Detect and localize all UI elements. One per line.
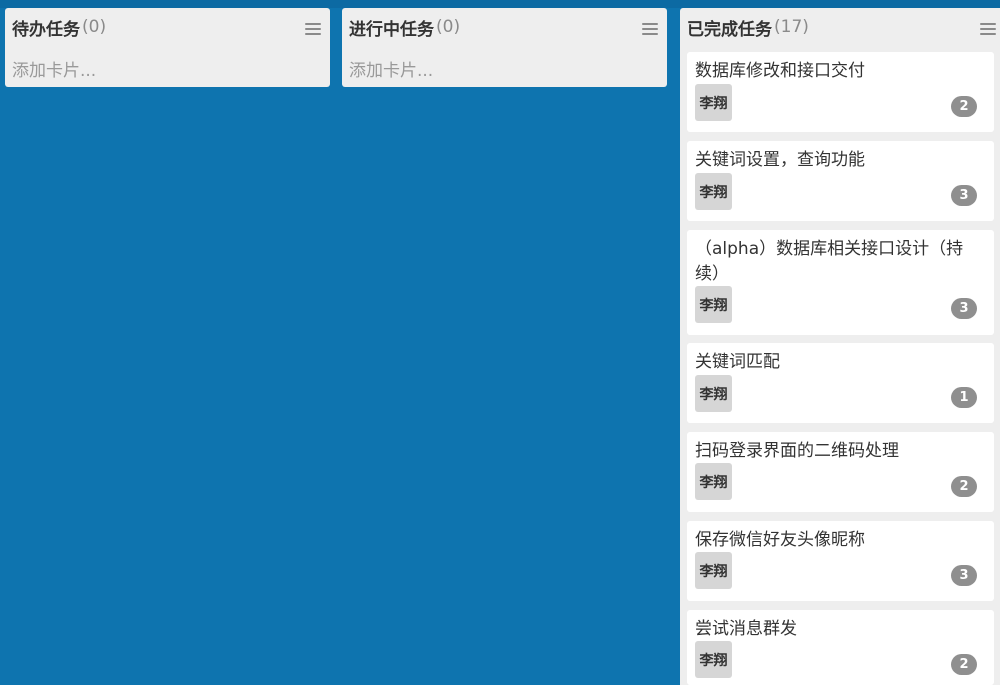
card-title: 尝试消息群发 xyxy=(695,619,797,639)
list-menu-icon[interactable] xyxy=(305,23,321,36)
list-menu-icon[interactable] xyxy=(980,23,996,36)
card-member-avatar[interactable]: 李翔 xyxy=(695,84,732,121)
card-member-avatar[interactable]: 李翔 xyxy=(695,552,732,589)
card-title: 关键词设置，查询功能 xyxy=(695,150,865,170)
task-card[interactable]: 关键词匹配 李翔 1 xyxy=(687,343,994,423)
card-title: 扫码登录界面的二维码处理 xyxy=(695,441,899,461)
list-title[interactable]: 已完成任务 xyxy=(687,15,772,40)
card-member-avatar[interactable]: 李翔 xyxy=(695,173,732,210)
card-badge: 2 xyxy=(951,654,977,675)
add-card-button[interactable]: 添加卡片... xyxy=(349,56,433,81)
task-card[interactable]: 保存微信好友头像昵称 李翔 3 xyxy=(687,521,994,601)
card-badge: 3 xyxy=(951,565,977,586)
card-badge: 2 xyxy=(951,96,977,117)
card-member-avatar[interactable]: 李翔 xyxy=(695,286,732,323)
add-card-button[interactable]: 添加卡片... xyxy=(12,56,96,81)
card-title: （alpha）数据库相关接口设计（持续） xyxy=(695,239,964,284)
list-menu-icon[interactable] xyxy=(642,23,658,36)
card-title: 数据库修改和接口交付 xyxy=(695,61,865,81)
card-badge: 1 xyxy=(951,387,977,408)
list-todo: 待办任务 (0) 添加卡片... xyxy=(5,8,330,87)
list-title[interactable]: 待办任务 xyxy=(12,15,80,40)
task-card[interactable]: 关键词设置，查询功能 李翔 3 xyxy=(687,141,994,221)
task-card[interactable]: 扫码登录界面的二维码处理 李翔 2 xyxy=(687,432,994,512)
card-badge: 2 xyxy=(951,476,977,497)
list-done: 已完成任务 (17) 数据库修改和接口交付 李翔 2 关键词设置，查询功能 李翔… xyxy=(680,8,1000,685)
card-member-avatar[interactable]: 李翔 xyxy=(695,641,732,678)
list-count: (0) xyxy=(82,17,107,37)
card-badge: 3 xyxy=(951,298,977,319)
card-title: 关键词匹配 xyxy=(695,352,780,372)
board-top-strip xyxy=(0,0,1000,8)
task-card[interactable]: 尝试消息群发 李翔 2 xyxy=(687,610,994,685)
card-title: 保存微信好友头像昵称 xyxy=(695,530,865,550)
card-badge: 3 xyxy=(951,185,977,206)
list-in-progress: 进行中任务 (0) 添加卡片... xyxy=(342,8,667,87)
card-member-avatar[interactable]: 李翔 xyxy=(695,463,732,500)
task-card[interactable]: 数据库修改和接口交付 李翔 2 xyxy=(687,52,994,132)
list-header: 进行中任务 (0) xyxy=(342,8,667,46)
list-header: 已完成任务 (17) xyxy=(680,8,1000,46)
list-count: (17) xyxy=(774,17,809,37)
list-header: 待办任务 (0) xyxy=(5,8,330,46)
card-member-avatar[interactable]: 李翔 xyxy=(695,375,732,412)
task-card[interactable]: （alpha）数据库相关接口设计（持续） 李翔 3 xyxy=(687,230,994,335)
list-title[interactable]: 进行中任务 xyxy=(349,15,434,40)
list-count: (0) xyxy=(436,17,461,37)
